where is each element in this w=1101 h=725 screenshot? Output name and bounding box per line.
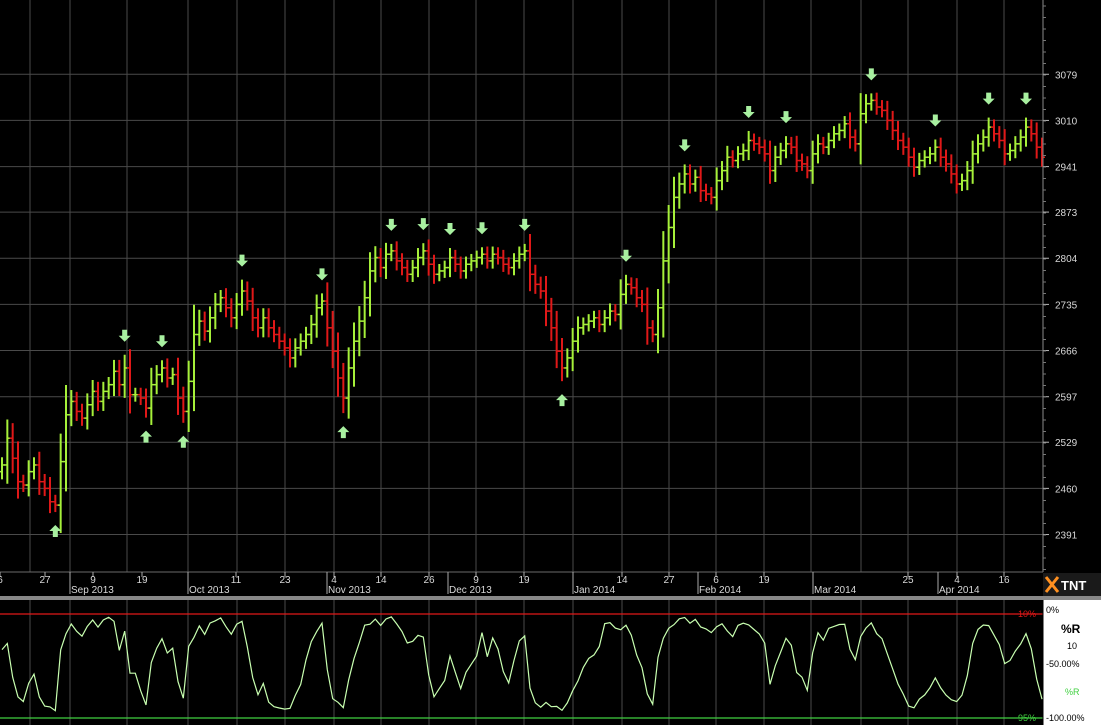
- day-tick-label: 14: [375, 575, 387, 586]
- month-tick-label: Mar 2014: [814, 585, 857, 596]
- day-tick-label: 26: [423, 575, 435, 586]
- chart-background: [0, 0, 1101, 725]
- osc-period: 10: [1067, 641, 1077, 651]
- month-tick-label: Sep 2013: [71, 585, 114, 596]
- price-tick-label: 3079: [1055, 70, 1078, 81]
- day-tick-label: 19: [518, 575, 530, 586]
- osc-axis-mid-label: -50.00%: [1046, 659, 1080, 669]
- day-tick-label: 11: [231, 575, 242, 586]
- month-tick-label: Jan 2014: [574, 585, 616, 596]
- osc-axis-bottom-label: -100.00%: [1046, 713, 1085, 723]
- price-tick-label: 2460: [1055, 484, 1078, 495]
- osc-series-label: %R: [1065, 687, 1080, 697]
- month-tick-label: Feb 2014: [699, 585, 742, 596]
- month-tick-label: Apr 2014: [939, 585, 980, 596]
- day-tick-label: 14: [616, 575, 628, 586]
- osc-axis-top-label: 0%: [1046, 605, 1059, 615]
- day-tick-label: 23: [279, 575, 291, 586]
- day-tick-label: 27: [663, 575, 675, 586]
- day-tick-label: 19: [136, 575, 148, 586]
- month-tick-label: Dec 2013: [449, 585, 492, 596]
- price-tick-label: 2941: [1055, 163, 1078, 174]
- price-tick-label: 2804: [1055, 254, 1078, 265]
- price-tick-label: 2597: [1055, 393, 1078, 404]
- price-tick-label: 2529: [1055, 438, 1078, 449]
- upper-threshold-label: 10%: [1018, 609, 1036, 619]
- logo-text: TNT: [1061, 578, 1086, 593]
- day-tick-label: 27: [39, 575, 51, 586]
- month-tick-label: Nov 2013: [328, 585, 371, 596]
- panel-divider[interactable]: [0, 596, 1101, 600]
- day-tick-label: 16: [998, 575, 1010, 586]
- tnt-logo: TNT: [1043, 573, 1101, 596]
- lower-threshold-label: 95%: [1018, 713, 1036, 723]
- day-tick-label: 25: [902, 575, 914, 586]
- day-tick-label: 6: [0, 575, 3, 586]
- price-tick-label: 2666: [1055, 347, 1078, 358]
- osc-title: %R: [1061, 622, 1081, 636]
- price-tick-label: 2391: [1055, 531, 1078, 542]
- price-tick-label: 2873: [1055, 208, 1078, 219]
- oscillator-axis-panel: 0% %R 10 -50.00% %R -100.00%: [1042, 600, 1101, 725]
- day-tick-label: 19: [758, 575, 770, 586]
- month-tick-label: Oct 2013: [189, 585, 230, 596]
- price-tick-label: 3010: [1055, 116, 1078, 127]
- stock-chart-panel: 3079 3010 2941 2873 2804 2735 2666 2597 2529 2460…: [0, 0, 1101, 725]
- price-tick-label: 2735: [1055, 300, 1078, 311]
